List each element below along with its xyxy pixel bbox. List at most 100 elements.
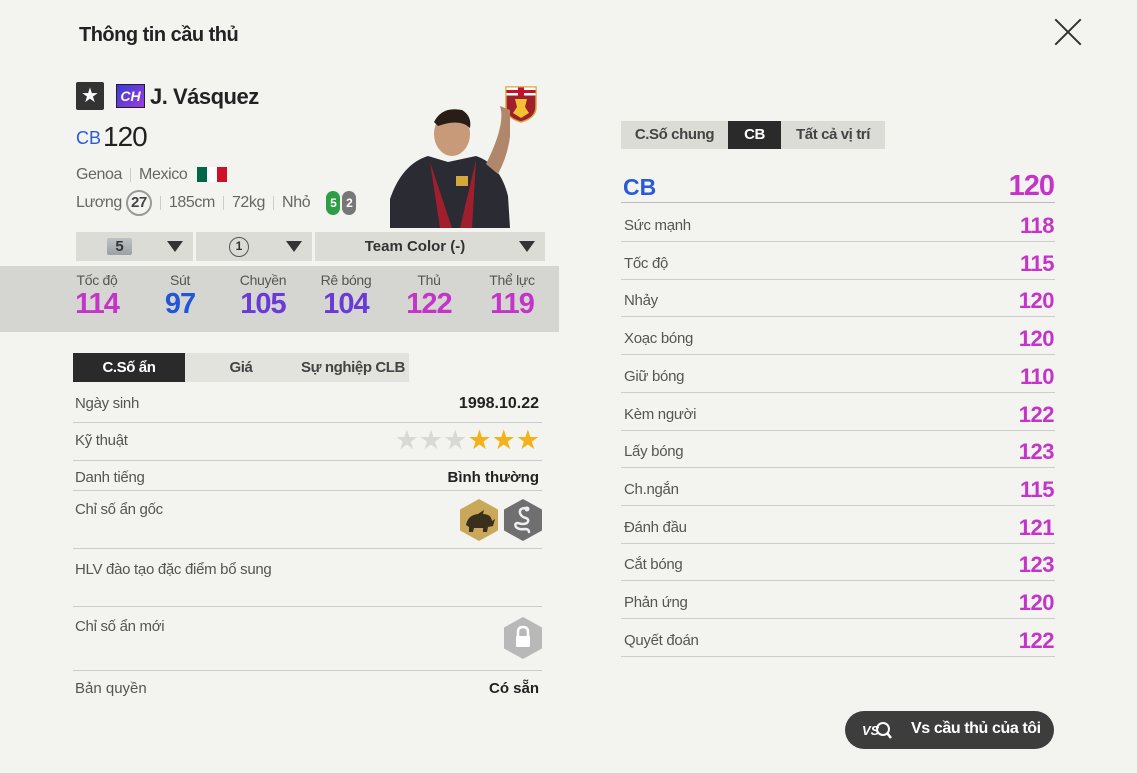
compare-my-player-button[interactable]: VS Vs cầu thủ của tôi bbox=[845, 711, 1054, 749]
star-empty-icon: ★ bbox=[394, 425, 419, 455]
star-empty-icon: ★ bbox=[418, 425, 444, 455]
detail-stat-label: Giữ bóng bbox=[624, 368, 685, 385]
player-ovr: 120 bbox=[103, 121, 148, 152]
chevron-down-icon bbox=[286, 241, 302, 252]
hidden-traits-label: Chỉ số ẩn gốc bbox=[75, 501, 163, 518]
player-height: 185cm bbox=[168, 194, 215, 211]
page-title: Thông tin cầu thủ bbox=[79, 24, 239, 46]
detail-stat-row: Cắt bóng 123 bbox=[621, 543, 1055, 581]
tab-hidden-stats[interactable]: C.Số ẩn bbox=[73, 353, 185, 382]
main-stat-label: Chuyền bbox=[239, 272, 287, 288]
lock-icon[interactable] bbox=[504, 617, 542, 659]
main-stat-value: 104 bbox=[323, 288, 369, 320]
favorite-star-icon[interactable]: ★ bbox=[76, 82, 104, 110]
position-ovr-row: CB 120 bbox=[621, 166, 1055, 203]
star-filled-icon: ★ bbox=[491, 425, 516, 455]
position-ovr-label: CB bbox=[623, 174, 657, 200]
detail-stat-row: Xoạc bóng 120 bbox=[621, 317, 1055, 355]
detail-stat-row: Kèm người 122 bbox=[621, 393, 1055, 431]
left-foot-icon: 5 bbox=[326, 191, 341, 215]
main-stat-label: Thể lực bbox=[489, 272, 535, 288]
nation-name: Mexico bbox=[139, 166, 188, 183]
club-name: Genoa bbox=[76, 166, 123, 183]
detail-stat-label: Lấy bóng bbox=[624, 443, 684, 460]
tab-position-cb[interactable]: CB bbox=[728, 121, 781, 149]
detail-stat-value: 110 bbox=[1020, 364, 1055, 389]
license-value: Có sẵn bbox=[488, 680, 539, 697]
tab-price[interactable]: Giá bbox=[185, 353, 297, 382]
detail-stat-row: Sức mạnh 118 bbox=[621, 204, 1055, 242]
rhino-trait-icon[interactable] bbox=[460, 499, 498, 541]
team-color-rank-value: 1 bbox=[229, 236, 249, 257]
team-color-rank-dropdown[interactable]: 1 bbox=[196, 232, 312, 261]
detail-stat-label: Phản ứng bbox=[624, 594, 688, 611]
mexico-flag-icon bbox=[197, 167, 228, 183]
license-label: Bản quyền bbox=[75, 680, 147, 697]
body-type: Nhỏ bbox=[282, 194, 311, 211]
detail-stat-label: Ch.ngắn bbox=[624, 481, 679, 498]
main-stat-value: 105 bbox=[240, 288, 286, 320]
club-nation-line: Genoa Mexico bbox=[76, 166, 228, 184]
main-stat-value: 97 bbox=[164, 288, 196, 320]
right-foot-icon: 2 bbox=[342, 191, 357, 215]
detail-stat-row: Đánh đầu 121 bbox=[621, 506, 1055, 544]
detail-stat-label: Kèm người bbox=[624, 406, 697, 423]
physical-line: Lương 27 185cm 72kg Nhỏ 5 2 bbox=[76, 190, 357, 216]
main-stat-label: Rê bóng bbox=[320, 272, 372, 288]
fame-value: Bình thường bbox=[447, 469, 539, 486]
detail-stat-row: Nhảy 120 bbox=[621, 279, 1055, 317]
player-photo bbox=[390, 106, 510, 228]
tab-club-career[interactable]: Sự nghiệp CLB bbox=[297, 353, 409, 382]
upgrade-level-dropdown[interactable]: 5 bbox=[76, 232, 193, 261]
detail-stat-row: Tốc độ 115 bbox=[621, 242, 1055, 280]
skill-stars: ★★★★★★ bbox=[395, 425, 540, 456]
detail-stat-value: 120 bbox=[1018, 590, 1055, 615]
detail-stat-value: 123 bbox=[1018, 439, 1055, 464]
coach-traits-label: HLV đào tạo đặc điểm bổ sung bbox=[75, 561, 272, 578]
detail-stat-label: Tốc độ bbox=[624, 255, 669, 272]
team-color-dropdown[interactable]: Team Color (-) bbox=[315, 232, 545, 261]
skill-row: Kỹ thuật ★★★★★★ bbox=[73, 423, 542, 461]
coach-traits-row: HLV đào tạo đặc điểm bổ sung bbox=[73, 549, 542, 607]
tab-general-stats[interactable]: C.Số chung bbox=[621, 121, 728, 149]
star-filled-icon: ★ bbox=[515, 425, 540, 455]
new-hidden-label: Chỉ số ẩn mới bbox=[75, 618, 165, 635]
detail-stat-value: 118 bbox=[1020, 213, 1055, 238]
main-stat: Thủ 122 bbox=[394, 272, 464, 320]
detail-stat-value: 122 bbox=[1018, 402, 1055, 427]
detail-stat-value: 123 bbox=[1018, 552, 1055, 577]
skill-label: Kỹ thuật bbox=[75, 432, 128, 449]
detail-stat-value: 115 bbox=[1020, 251, 1055, 276]
position-ovr-value: 120 bbox=[1008, 170, 1055, 202]
detail-stat-value: 115 bbox=[1020, 477, 1055, 502]
main-stat-value: 119 bbox=[490, 288, 535, 320]
tab-all-positions[interactable]: Tất cả vị trí bbox=[781, 121, 885, 149]
main-stat: Chuyền 105 bbox=[228, 272, 298, 320]
compare-button-label: Vs cầu thủ của tôi bbox=[911, 720, 1041, 737]
star-empty-icon: ★ bbox=[443, 425, 468, 455]
snake-trait-icon[interactable] bbox=[504, 499, 542, 541]
birth-value: 1998.10.22 bbox=[458, 395, 539, 412]
detail-stat-value: 120 bbox=[1018, 326, 1055, 351]
license-row: Bản quyền Có sẵn bbox=[73, 671, 542, 707]
close-icon[interactable] bbox=[1054, 18, 1082, 46]
chevron-down-icon bbox=[167, 241, 183, 252]
detail-stat-label: Đánh đầu bbox=[624, 519, 687, 536]
hidden-traits-row: Chỉ số ẩn gốc bbox=[73, 491, 542, 549]
new-hidden-row: Chỉ số ẩn mới bbox=[73, 607, 542, 671]
upgrade-level-value: 5 bbox=[107, 238, 132, 255]
season-badge: CH bbox=[116, 84, 145, 108]
vs-search-icon: VS bbox=[862, 722, 892, 739]
main-stat-label: Tốc độ bbox=[76, 272, 118, 288]
salary-label: Lương bbox=[76, 194, 122, 211]
detail-stat-value: 122 bbox=[1018, 628, 1055, 653]
detail-stat-label: Cắt bóng bbox=[624, 556, 683, 573]
detail-stat-row: Ch.ngắn 115 bbox=[621, 468, 1055, 506]
player-weight: 72kg bbox=[231, 194, 266, 211]
main-stat-label: Sút bbox=[169, 272, 191, 288]
detail-stat-label: Quyết đoán bbox=[624, 632, 699, 649]
main-stat: Thể lực 119 bbox=[477, 272, 547, 320]
fame-label: Danh tiếng bbox=[75, 469, 145, 486]
detail-stat-value: 120 bbox=[1018, 288, 1055, 313]
salary-badge: 27 bbox=[125, 190, 152, 216]
